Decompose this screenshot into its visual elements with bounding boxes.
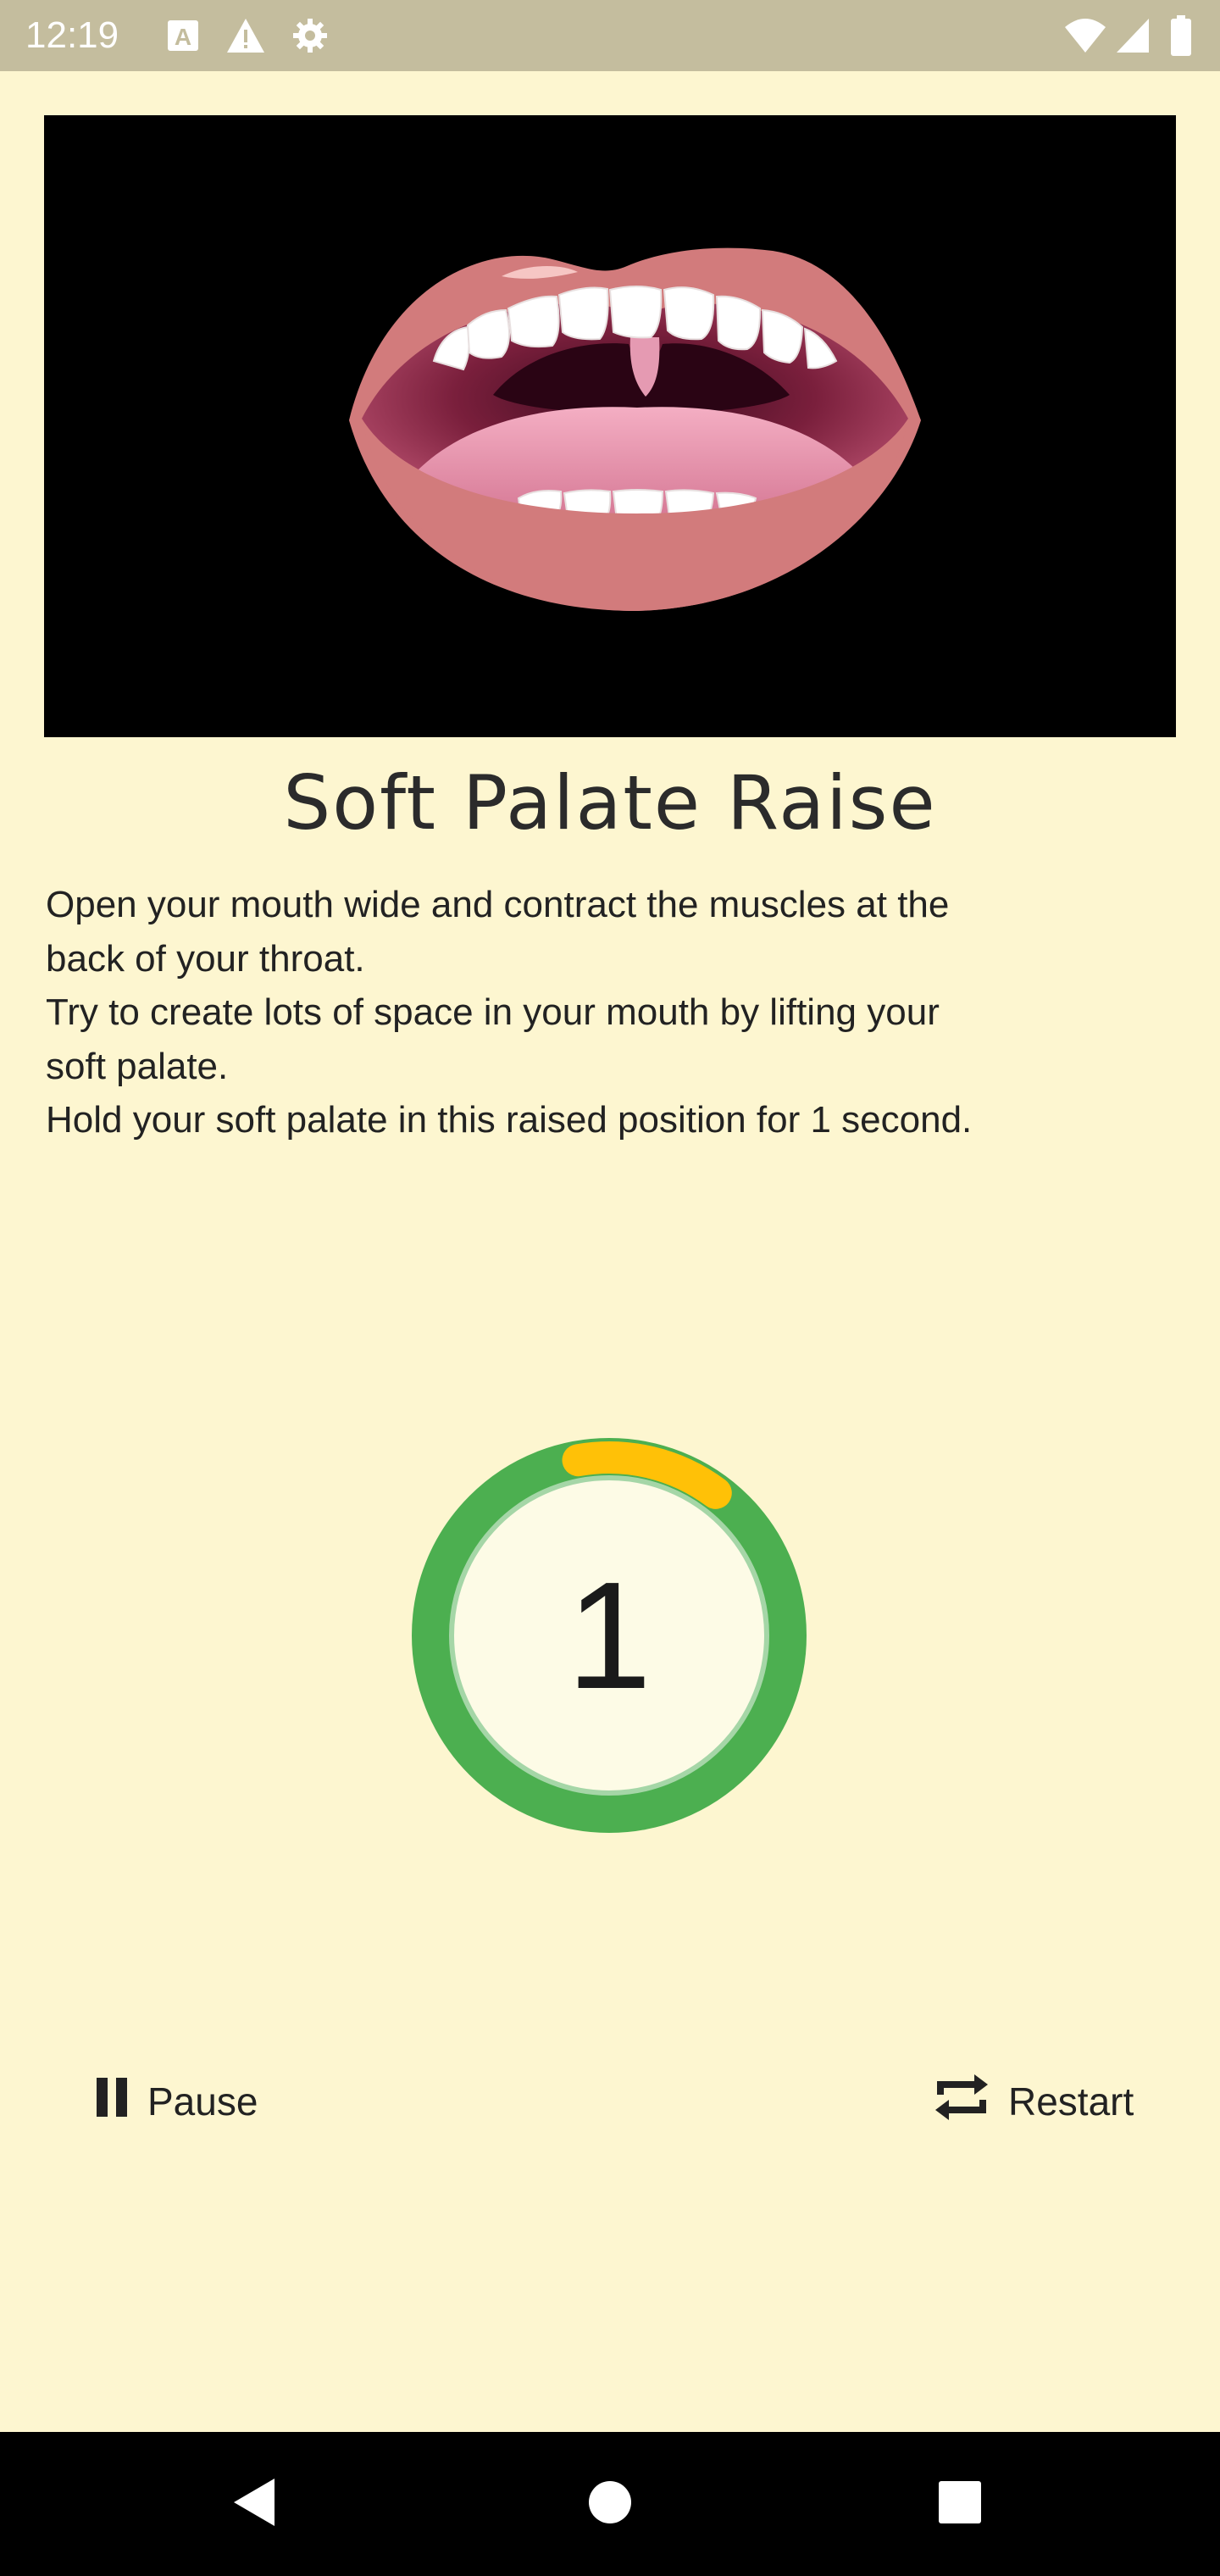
home-button[interactable]	[542, 2432, 678, 2576]
pause-label: Pause	[147, 2079, 258, 2124]
exercise-title: Soft Palate Raise	[283, 759, 937, 847]
status-bar: 12:19 A	[0, 0, 1220, 71]
wifi-icon	[1064, 17, 1106, 58]
battery-icon	[1169, 15, 1193, 59]
recents-icon	[937, 2479, 983, 2529]
signal-icon	[1115, 17, 1151, 58]
pause-icon	[93, 2076, 130, 2128]
exercise-video[interactable]	[44, 115, 1176, 737]
svg-text:A: A	[175, 24, 191, 50]
restart-label: Restart	[1008, 2079, 1134, 2124]
timer-count: 1	[566, 1550, 652, 1721]
instruction-line: Try to create lots of space in your mout…	[46, 991, 940, 1033]
pause-button[interactable]: Pause	[93, 2068, 258, 2135]
instruction-line: Open your mouth wide and contract the mu…	[46, 884, 950, 925]
instruction-line: soft palate.	[46, 1045, 229, 1087]
recents-button[interactable]	[892, 2432, 1028, 2576]
warning-icon	[225, 17, 266, 58]
text-a-icon: A	[166, 19, 200, 56]
navigation-bar	[0, 2432, 1220, 2576]
instruction-line: back of your throat.	[46, 937, 365, 980]
home-icon	[587, 2479, 633, 2529]
back-button[interactable]	[186, 2432, 322, 2576]
countdown-timer: 1	[412, 1438, 807, 1833]
restart-button[interactable]: Restart	[932, 2068, 1134, 2135]
back-icon	[232, 2477, 276, 2531]
repeat-icon	[932, 2069, 991, 2135]
status-time: 12:19	[25, 14, 119, 56]
mouth-illustration	[349, 247, 921, 611]
instruction-line: Hold your soft palate in this raised pos…	[46, 1099, 973, 1141]
gear-icon	[291, 17, 329, 58]
exercise-instructions: Open your mouth wide and contract the mu…	[46, 878, 1181, 1147]
